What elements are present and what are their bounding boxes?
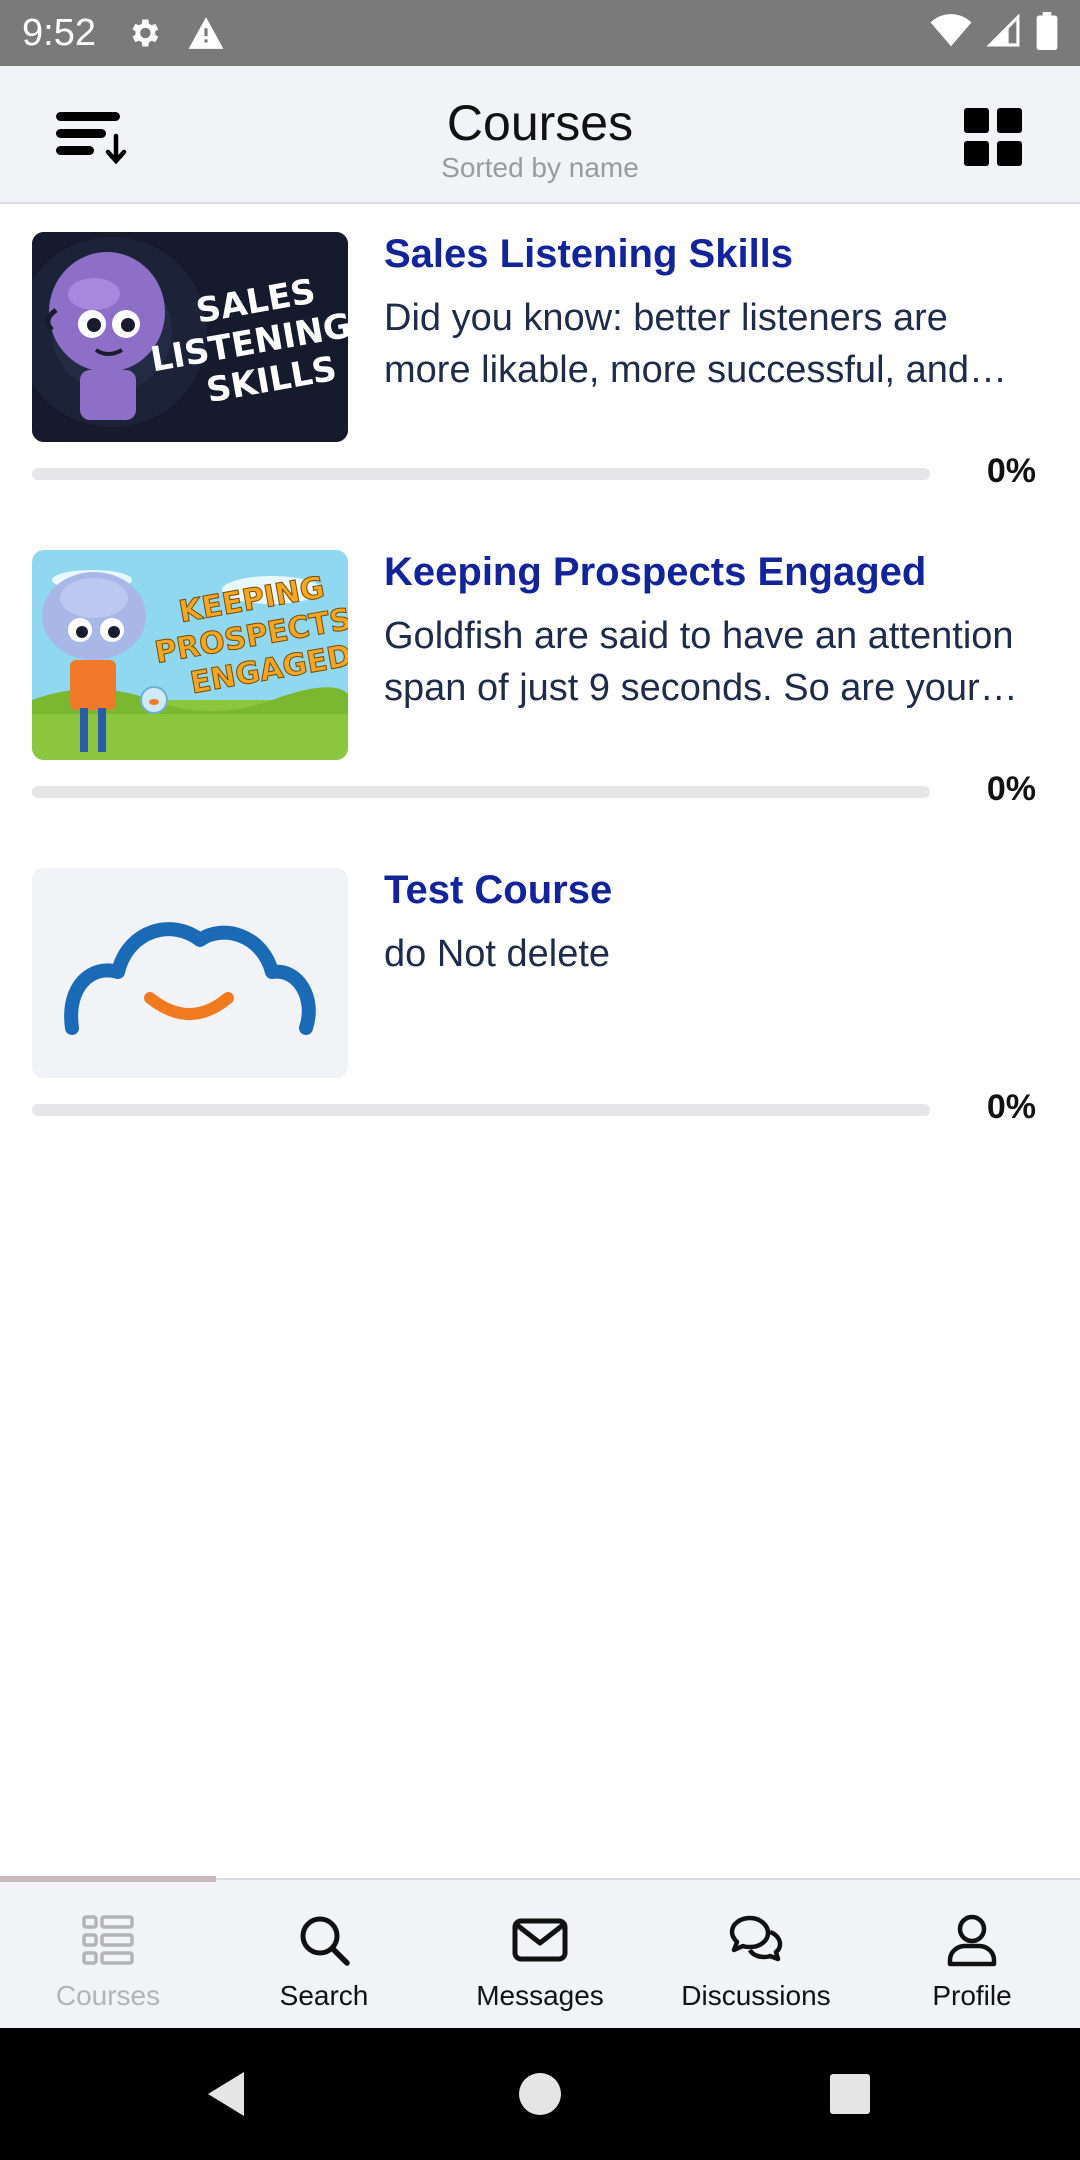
wifi-icon — [930, 13, 972, 53]
home-icon[interactable] — [510, 2064, 570, 2124]
mail-icon — [512, 1918, 568, 1962]
nav-item-search[interactable]: Search — [216, 1880, 432, 2030]
course-title[interactable]: Keeping Prospects Engaged — [384, 550, 1044, 595]
nav-item-profile[interactable]: Profile — [864, 1880, 1080, 2030]
course-progress-bar — [32, 1104, 930, 1116]
nav-item-messages[interactable]: Messages — [432, 1880, 648, 2030]
course-title[interactable]: Sales Listening Skills — [384, 232, 1044, 277]
nav-item-discussions[interactable]: Discussions — [648, 1880, 864, 2030]
course-title[interactable]: Test Course — [384, 868, 1044, 913]
recents-icon[interactable] — [820, 2064, 880, 2124]
course-description: Did you know: better listeners are more … — [384, 297, 970, 391]
status-bar: 9:52 — [0, 0, 1080, 66]
cloud-logo-icon — [32, 868, 348, 1078]
search-icon — [300, 1916, 350, 1966]
course-item[interactable]: SALES LISTENING SKILLS Sales Listening S… — [0, 206, 1080, 524]
bottom-navigation: Courses Search Messages Discussions Prof… — [0, 1876, 1080, 2030]
status-time: 9:52 — [22, 11, 96, 54]
sort-subtitle: Sorted by name — [441, 152, 639, 183]
nav-active-indicator — [0, 1876, 216, 1882]
profile-icon — [947, 1914, 997, 1967]
course-description: Goldfish are said to have an attention s… — [384, 615, 1014, 709]
app-screen: 9:52 Courses Sorted by name SALES LISTEN… — [0, 0, 1080, 2160]
nav-label-discussions: Discussions — [681, 1980, 831, 2011]
system-navigation-bar — [0, 2028, 1080, 2160]
nav-label-search: Search — [279, 1980, 369, 2011]
signal-icon — [986, 12, 1022, 53]
battery-icon — [1036, 11, 1058, 55]
course-item[interactable]: KEEPING PROSPECTS ENGAGED Keeping Prospe… — [0, 524, 1080, 842]
courses-icon — [82, 1915, 134, 1965]
page-title: Courses — [446, 95, 634, 151]
warning-icon — [186, 13, 226, 53]
course-progress-label: 0% — [986, 770, 1036, 808]
course-progress-label: 0% — [986, 452, 1036, 490]
nav-label-profile: Profile — [932, 1980, 1012, 2011]
grid-view-button[interactable] — [962, 106, 1024, 168]
nav-label-courses: Courses — [55, 1980, 161, 2011]
chat-icon — [729, 1915, 783, 1962]
gear-icon — [124, 13, 164, 53]
course-thumbnail: SALES LISTENING SKILLS — [32, 232, 348, 442]
grid-view-icon — [964, 108, 1022, 166]
course-list: SALES LISTENING SKILLS Sales Listening S… — [0, 206, 1080, 1160]
nav-label-messages: Messages — [476, 1980, 604, 2011]
course-description: do Not delete — [384, 933, 611, 975]
course-thumbnail — [32, 868, 348, 1078]
nav-item-courses[interactable]: Courses — [0, 1880, 216, 2030]
course-thumbnail: KEEPING PROSPECTS ENGAGED — [32, 550, 348, 760]
course-item[interactable]: Test Course do Not delete 0% — [0, 842, 1080, 1160]
course-progress-bar — [32, 468, 930, 480]
course-progress-bar — [32, 786, 930, 798]
app-header: Courses Sorted by name — [0, 66, 1080, 204]
back-icon[interactable] — [196, 2064, 256, 2124]
course-progress-label: 0% — [986, 1088, 1036, 1126]
